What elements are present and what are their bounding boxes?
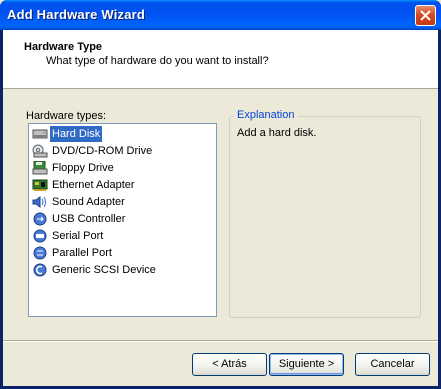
list-item-label: Floppy Drive	[52, 162, 114, 174]
scsi-device-icon	[33, 263, 47, 277]
hardware-types-list[interactable]: Hard Disk DVD/CD-ROM Drive Floppy Drive	[28, 123, 217, 317]
close-button[interactable]	[415, 5, 436, 26]
serial-port-icon	[33, 229, 47, 243]
ethernet-adapter-icon	[32, 179, 48, 191]
list-item-label: Parallel Port	[52, 247, 112, 259]
wizard-body: Hardware Type What type of hardware do y…	[3, 30, 438, 386]
list-item-label: Serial Port	[52, 230, 104, 242]
list-item-label: Ethernet Adapter	[52, 179, 135, 191]
close-icon	[420, 10, 431, 21]
list-item-label: Generic SCSI Device	[52, 264, 156, 276]
wizard-header: Hardware Type What type of hardware do y…	[3, 30, 438, 89]
dvd-drive-icon	[32, 144, 48, 158]
usb-controller-icon	[33, 212, 47, 226]
button-separator	[3, 340, 438, 342]
back-button[interactable]: < Atrás	[192, 353, 267, 376]
list-item-label: DVD/CD-ROM Drive	[52, 145, 153, 157]
list-item-label: USB Controller	[52, 213, 126, 225]
list-item-label: Hard Disk	[50, 126, 103, 142]
parallel-port-icon	[33, 246, 47, 260]
hardware-types-label: Hardware types:	[26, 110, 107, 122]
explanation-group	[229, 116, 421, 318]
floppy-drive-icon	[32, 161, 48, 175]
page-title: Hardware Type	[24, 41, 103, 53]
hard-disk-icon	[32, 129, 48, 139]
explanation-text: Add a hard disk.	[237, 127, 317, 139]
wizard-window: Add Hardware Wizard Hardware Type What t…	[0, 0, 441, 389]
cancel-button[interactable]: Cancelar	[355, 353, 430, 376]
sound-adapter-icon	[32, 196, 46, 208]
title-bar[interactable]: Add Hardware Wizard	[0, 0, 441, 30]
list-item-label: Sound Adapter	[52, 196, 125, 208]
next-button[interactable]: Siguiente >	[269, 353, 344, 376]
page-subtitle: What type of hardware do you want to ins…	[46, 55, 269, 67]
window-title: Add Hardware Wizard	[7, 7, 146, 22]
explanation-legend: Explanation	[234, 109, 298, 121]
